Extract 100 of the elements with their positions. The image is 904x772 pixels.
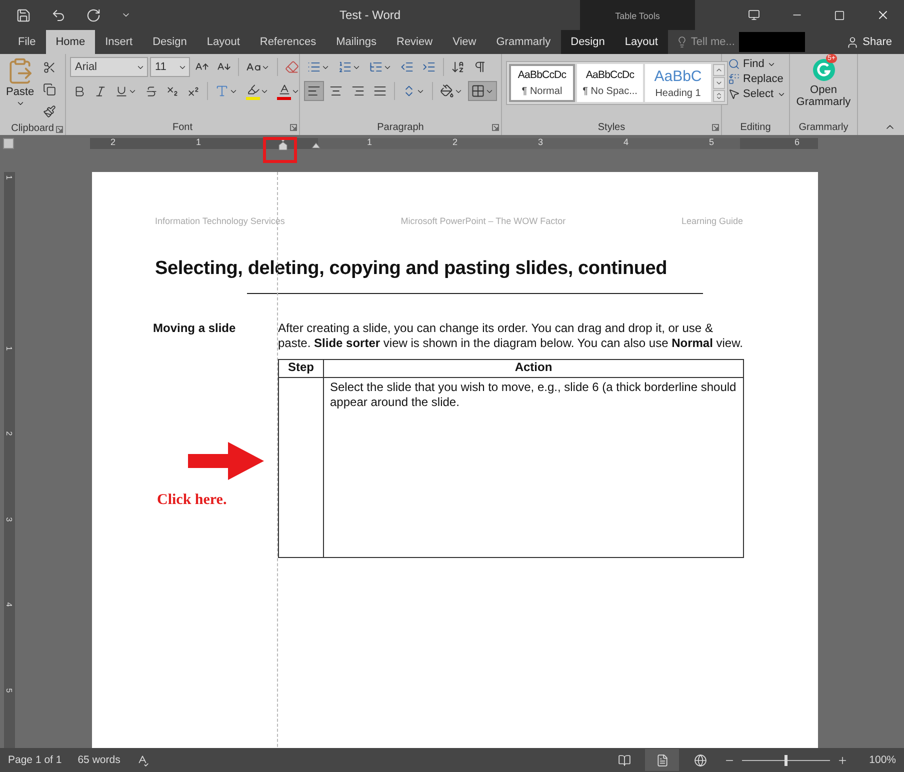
ruler-number: 2: [452, 137, 458, 147]
save-icon[interactable]: [16, 8, 31, 22]
ruler-number: 5: [709, 137, 714, 147]
proofing-icon[interactable]: [136, 754, 150, 766]
zoom-thumb[interactable]: [784, 754, 788, 766]
strikethrough-icon: [145, 84, 158, 98]
ruler-number: 2: [4, 431, 14, 436]
indent-marker-icon[interactable]: [278, 137, 288, 151]
borders-button[interactable]: [468, 81, 497, 101]
font-name-field[interactable]: Arial: [70, 57, 148, 77]
window-title: Test - Word: [339, 8, 401, 22]
ribbon-tab[interactable]: Home: [46, 30, 96, 54]
font-color-icon: [278, 82, 290, 96]
grid-icon: [471, 84, 485, 98]
ribbon-tab[interactable]: Design: [142, 30, 197, 54]
ribbon-tab[interactable]: Design: [560, 30, 615, 54]
dialog-launcher-icon[interactable]: [492, 124, 499, 131]
pilcrow-icon: [473, 60, 487, 74]
style-tile[interactable]: AaBbC Heading 1: [645, 64, 711, 102]
ribbon-tab[interactable]: Mailings: [326, 30, 386, 54]
ribbon-tab[interactable]: References: [250, 30, 326, 54]
align-icon: [307, 84, 321, 98]
zoom-level[interactable]: 100%: [869, 754, 896, 766]
font-size-field[interactable]: 11: [150, 57, 190, 77]
globe-icon: [694, 754, 707, 766]
increase-indent-icon: [422, 60, 436, 74]
arrow-icon: [188, 442, 264, 480]
replace-icon: [728, 73, 740, 85]
search-icon: [728, 58, 740, 70]
word-count[interactable]: 65 words: [78, 754, 120, 766]
pointer-icon: [728, 88, 740, 100]
ribbon-tab[interactable]: View: [442, 30, 486, 54]
page-icon: [656, 754, 669, 766]
copy-icon: [43, 82, 56, 96]
group-label: Paragraph: [377, 122, 424, 132]
bold-icon: [73, 84, 86, 98]
find-button[interactable]: Find: [726, 57, 778, 71]
annotation-text: Click here.: [157, 492, 228, 509]
group-label: Font: [172, 122, 192, 132]
ruler-number: 4: [4, 602, 14, 607]
redo-icon[interactable]: [86, 8, 101, 22]
ribbon-tab[interactable]: Review: [386, 30, 443, 54]
ribbon-tab[interactable]: Insert: [95, 30, 143, 54]
print-layout-button[interactable]: [645, 749, 680, 771]
eraser-icon: [285, 60, 299, 74]
group-label: Styles: [598, 122, 626, 132]
ruler-number: 3: [538, 137, 543, 147]
highlighter-icon: [246, 82, 260, 96]
superscript-icon: [187, 84, 200, 98]
body-paragraph: After creating a slide, you can change its order. You can drag and drop it, or use & paste. Slide sorter view is shown in the diagram below. You can also use Normal view.: [278, 321, 744, 351]
select-button[interactable]: Select: [726, 87, 788, 101]
multilevel-list-icon: [369, 60, 383, 74]
lightbulb-icon: [676, 36, 688, 48]
page-header-text: Information Technology Services: [155, 216, 285, 226]
maximize-icon: [834, 10, 845, 20]
dialog-launcher-icon[interactable]: [712, 124, 719, 131]
page-header-text: Microsoft PowerPoint – The WOW Factor: [400, 216, 566, 226]
scissors-icon: [43, 60, 56, 74]
ruler-number: 1: [4, 346, 14, 350]
tell-me-field[interactable]: Tell me...: [690, 36, 735, 48]
redaction-block: [738, 32, 805, 52]
dialog-launcher-icon[interactable]: [56, 126, 63, 133]
align-icon: [373, 84, 387, 98]
monitor-icon: [748, 9, 760, 21]
ribbon-tab[interactable]: File: [8, 30, 46, 54]
ruler-number: 1: [367, 137, 372, 147]
ruler-number: 1: [4, 174, 14, 180]
section-label: Moving a slide: [153, 321, 237, 336]
style-tile[interactable]: AaBbCcDc ¶ Normal: [509, 64, 575, 102]
page-count[interactable]: Page 1 of 1: [8, 754, 62, 766]
table-header: Action: [324, 360, 744, 378]
italic-icon: [94, 84, 107, 98]
dialog-launcher-icon[interactable]: [290, 124, 297, 131]
share-button[interactable]: Share: [840, 30, 898, 54]
align-icon: [329, 84, 343, 98]
align-icon: [351, 84, 365, 98]
ruler-number: 1: [196, 137, 201, 147]
page-heading: Selecting, deleting, copying and pasting slides, continued: [155, 258, 668, 280]
more-icon: [715, 92, 723, 100]
contextual-title: Table Tools: [615, 11, 660, 23]
chevron-down-icon: [715, 79, 723, 87]
align-button[interactable]: [304, 81, 324, 101]
replace-button[interactable]: Replace: [726, 72, 786, 86]
underline-icon: [115, 84, 128, 98]
book-icon: [618, 754, 631, 766]
text-effects-icon: [215, 84, 229, 98]
ribbon-tab[interactable]: Grammarly: [486, 30, 561, 54]
more-styles-button[interactable]: [713, 90, 725, 102]
group-label: Grammarly: [798, 122, 848, 132]
undo-icon[interactable]: [51, 8, 66, 22]
ribbon-tab[interactable]: Layout: [196, 30, 250, 54]
chevron-up-icon: [715, 66, 723, 74]
ruler-number: 5: [4, 688, 14, 692]
paste-button[interactable]: Paste: [4, 57, 36, 121]
style-tile[interactable]: AaBbCcDc ¶ No Spac...: [577, 64, 643, 102]
ribbon-tab[interactable]: Layout: [614, 30, 668, 54]
numbering-icon: [338, 60, 352, 74]
table-cell: Select the slide that you wish to move, e.g., slide 6 (a thick borderline should appear around the slide.: [324, 378, 744, 558]
table-header: Step: [278, 360, 324, 378]
page-header-text: Learning Guide: [681, 216, 743, 226]
